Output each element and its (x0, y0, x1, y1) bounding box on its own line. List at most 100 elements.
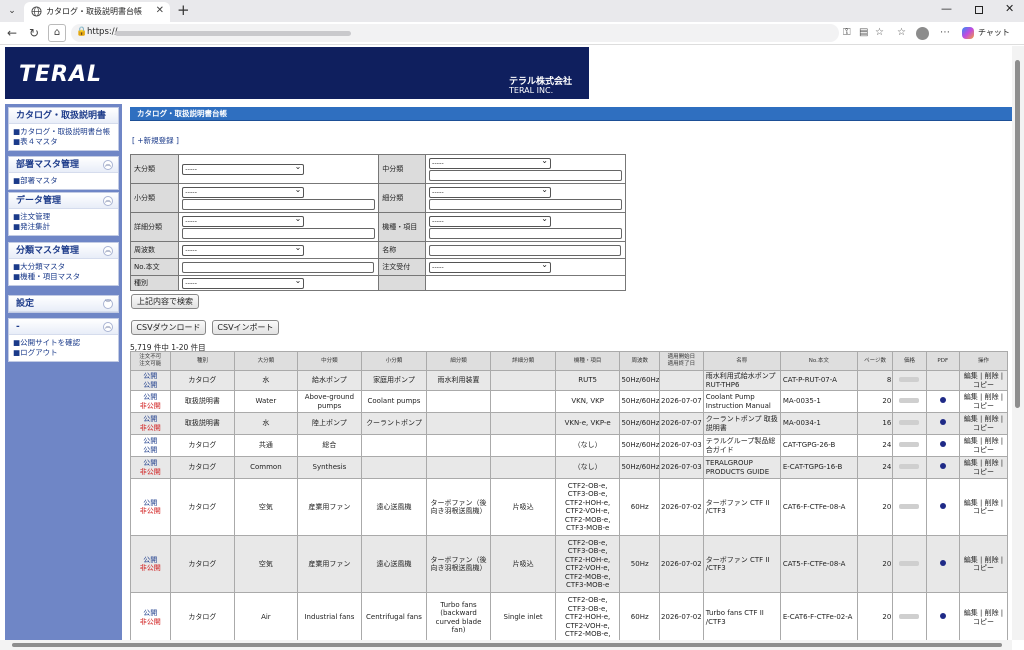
pdf-dot-icon[interactable] (939, 397, 946, 404)
vertical-scrollbar[interactable] (1012, 46, 1024, 640)
sidebar-link[interactable]: ■発注集計 (13, 222, 114, 232)
chubunrui-select[interactable]: ----- (428, 156, 551, 169)
sidebar-link[interactable]: ■表４マスタ (13, 137, 114, 147)
sidebar-panel-title[interactable]: 分類マスタ管理 (9, 243, 118, 259)
pdf-dot-icon[interactable] (939, 502, 946, 509)
publish-status[interactable]: 非公開 (132, 424, 169, 433)
op-0[interactable]: 編集 (964, 393, 978, 401)
kishu-select[interactable]: ----- (428, 214, 551, 227)
op-1[interactable]: 削除 (985, 459, 999, 467)
op-0[interactable]: 編集 (964, 609, 978, 617)
horizontal-scrollbar[interactable] (0, 640, 1012, 650)
reader-icon[interactable]: ▤ (859, 27, 868, 38)
op-0[interactable]: 編集 (964, 415, 978, 423)
favorite-star-icon[interactable]: ☆ (875, 27, 884, 38)
more-icon[interactable]: ⋯ (940, 27, 950, 38)
order-status[interactable]: 公開 (132, 499, 169, 508)
op-1[interactable]: 削除 (985, 372, 999, 380)
close-tab-icon[interactable]: ✕ (156, 5, 164, 16)
pdf-dot-icon[interactable] (939, 441, 946, 448)
shosai-select[interactable]: ----- (182, 214, 305, 227)
sidebar-link[interactable]: ■機種・項目マスタ (13, 272, 114, 282)
op-0[interactable]: 編集 (964, 372, 978, 380)
shuhasu-select[interactable]: ----- (182, 243, 305, 256)
column-header[interactable]: ページ数 (856, 351, 894, 371)
horizontal-scroll-thumb[interactable] (12, 643, 1002, 647)
favorites-icon[interactable]: ☆ (897, 27, 906, 38)
op-0[interactable]: 編集 (964, 459, 978, 467)
no-input[interactable] (182, 262, 375, 273)
shosai-input[interactable] (182, 227, 376, 239)
publish-status[interactable]: 公開 (132, 381, 169, 390)
saibunrui-select[interactable]: ----- (428, 185, 551, 198)
sidebar-link[interactable]: ■公開サイトを確認 (13, 338, 114, 348)
op-1[interactable]: 削除 (985, 609, 999, 617)
sidebar-link[interactable]: ■部署マスタ (13, 176, 114, 186)
op-2[interactable]: コピー (973, 507, 994, 515)
pdf-dot-icon[interactable] (939, 419, 946, 426)
column-header[interactable]: 小分類 (361, 351, 427, 371)
publish-status[interactable]: 非公開 (132, 402, 169, 411)
collapse-chevron-icon[interactable]: ︽ (103, 246, 113, 256)
column-header[interactable]: 注文不可 注文可能 (130, 351, 171, 371)
column-header[interactable]: 中分類 (296, 351, 363, 371)
shobunrui-input[interactable] (182, 198, 376, 210)
column-header[interactable]: 機種・項目 (554, 351, 621, 371)
publish-status[interactable]: 非公開 (132, 618, 169, 627)
new-register-link[interactable]: [ +新規登録 ] (132, 135, 179, 146)
order-status[interactable]: 公開 (132, 437, 169, 446)
op-1[interactable]: 削除 (985, 499, 999, 507)
pdf-dot-icon[interactable] (939, 463, 946, 470)
op-2[interactable]: コピー (973, 618, 994, 626)
order-status[interactable]: 公開 (132, 556, 169, 565)
column-header[interactable]: 周波数 (619, 351, 661, 371)
new-tab-icon[interactable]: + (177, 1, 190, 19)
op-2[interactable]: コピー (973, 424, 994, 432)
order-status[interactable]: 公開 (132, 393, 169, 402)
order-status[interactable]: 公開 (132, 415, 169, 424)
order-status[interactable]: 公開 (132, 372, 169, 381)
pdf-dot-icon[interactable] (939, 613, 946, 620)
publish-status[interactable]: 非公開 (132, 507, 169, 516)
home-icon[interactable]: ⌂ (48, 24, 66, 42)
sidebar-panel-title[interactable]: カタログ・取扱説明書 (9, 108, 118, 124)
column-header[interactable]: 種別 (169, 351, 236, 371)
column-header[interactable]: 詳細分類 (490, 351, 556, 371)
op-2[interactable]: コピー (973, 446, 994, 454)
vertical-scroll-thumb[interactable] (1015, 60, 1020, 408)
collapse-chevron-icon[interactable]: ︾ (103, 299, 113, 309)
collapse-chevron-icon[interactable]: ︽ (103, 160, 113, 170)
meisho-input[interactable] (428, 245, 621, 256)
column-header[interactable]: 操作 (958, 351, 1009, 371)
csv-import-button[interactable]: CSVインポート (212, 320, 279, 335)
op-1[interactable]: 削除 (985, 393, 999, 401)
op-0[interactable]: 編集 (964, 499, 978, 507)
column-header[interactable]: 価格 (892, 351, 927, 371)
url-field[interactable]: 🔒 https:// (71, 24, 839, 42)
op-0[interactable]: 編集 (964, 556, 978, 564)
op-2[interactable]: コピー (973, 381, 994, 389)
pdf-dot-icon[interactable] (939, 559, 946, 566)
op-0[interactable]: 編集 (964, 437, 978, 445)
publish-status[interactable]: 非公開 (132, 468, 169, 477)
column-header[interactable]: 細分類 (425, 351, 492, 371)
copilot-icon[interactable] (962, 27, 974, 39)
sidebar-link[interactable]: ■大分類マスタ (13, 262, 114, 272)
daibunrui-select[interactable]: ----- (182, 162, 305, 175)
maximize-icon[interactable] (975, 6, 983, 14)
publish-status[interactable]: 非公開 (132, 564, 169, 573)
op-1[interactable]: 削除 (985, 437, 999, 445)
window-close-icon[interactable]: ✕ (1005, 2, 1014, 15)
op-1[interactable]: 削除 (985, 415, 999, 423)
sidebar-link[interactable]: ■ログアウト (13, 348, 114, 358)
column-header[interactable]: No.本文 (779, 351, 858, 371)
profile-avatar[interactable] (916, 27, 929, 40)
browser-tab[interactable]: カタログ・取扱説明書台帳 ✕ (24, 2, 170, 22)
shubetsu-select[interactable]: ----- (182, 276, 305, 289)
order-status[interactable]: 公開 (132, 609, 169, 618)
sidebar-panel-title[interactable]: 部署マスタ管理 (9, 157, 118, 173)
op-2[interactable]: コピー (973, 402, 994, 410)
kishu-input[interactable] (428, 227, 622, 239)
sidebar-link[interactable]: ■注文管理 (13, 212, 114, 222)
publish-status[interactable]: 公開 (132, 446, 169, 455)
